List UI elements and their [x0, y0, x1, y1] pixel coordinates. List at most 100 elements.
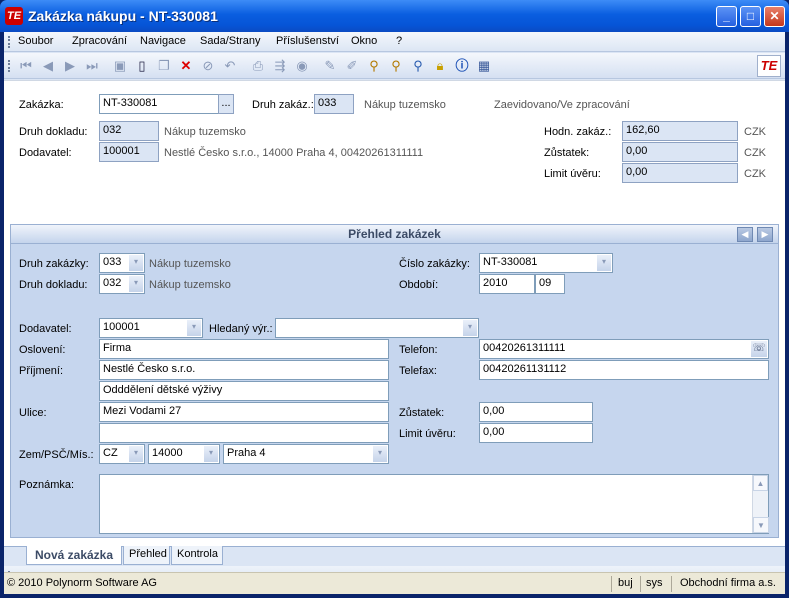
find-user-icon[interactable]: ⚲ [410, 58, 426, 74]
dodavatel-select[interactable]: 100001 ▾ [99, 318, 203, 338]
new-document-icon[interactable]: ▯ [134, 58, 150, 74]
menu-bar: Soubor Zpracování Navigace Sada/Strany P… [4, 32, 785, 52]
druh-zak-label: Druh zakáz.: [252, 99, 314, 111]
telefon-input[interactable]: 00420261311111 ☏ [479, 339, 769, 359]
menu-navigace[interactable]: Navigace [140, 35, 186, 47]
panel-next-icon[interactable]: ▶ [757, 227, 773, 242]
obdobi-month-input[interactable]: 09 [535, 274, 565, 294]
undo-icon[interactable]: ↶ [222, 58, 238, 74]
osloveni-label: Oslovení: [19, 344, 66, 356]
zakazka-input[interactable]: NT-330081 [99, 94, 219, 114]
dropdown-icon[interactable]: ▾ [129, 276, 143, 292]
search-icon[interactable]: ⚲ [388, 58, 404, 74]
prijmeni-input[interactable]: Nestlé Česko s.r.o. [99, 360, 389, 380]
dropdown-icon[interactable]: ▾ [129, 255, 143, 271]
menu-okno[interactable]: Okno [351, 35, 377, 47]
export-icon[interactable]: ⇶ [272, 58, 288, 74]
osloveni-input[interactable]: Firma [99, 339, 389, 359]
info-icon[interactable]: ⓘ [454, 58, 470, 74]
telefax-label: Telefax: [399, 365, 437, 377]
phone-dial-icon[interactable]: ☏ [751, 341, 767, 357]
menu-help[interactable]: ? [396, 35, 402, 47]
misto-select[interactable]: Praha 4 ▾ [223, 444, 389, 464]
title-bar[interactable]: TE Zakázka nákupu - NT-330081 _ □ ✕ [0, 0, 789, 32]
dropdown-icon[interactable]: ▾ [129, 446, 143, 462]
panel-zustatek-label: Zůstatek: [399, 407, 445, 419]
dodavatel-label: Dodavatel: [19, 147, 72, 159]
application-window: TE Zakázka nákupu - NT-330081 _ □ ✕ Soub… [0, 0, 789, 598]
menu-prislusenstvi[interactable]: Příslušenství [276, 35, 339, 47]
ulice-input[interactable]: Mezi Vodami 27 [99, 402, 389, 422]
scroll-down-icon[interactable]: ▼ [753, 517, 769, 533]
poznamka-scrollbar[interactable]: ▲ ▼ [752, 475, 769, 533]
zakazka-lookup-button[interactable]: ... [218, 94, 234, 114]
status-bar: © 2010 Polynorm Software AG buj sys Obch… [4, 572, 785, 594]
scroll-up-icon[interactable]: ▲ [753, 475, 768, 491]
obdobi-year-input[interactable]: 2010 [479, 274, 535, 294]
ulice-input-2[interactable] [99, 423, 389, 443]
hodn-zakazky-label: Hodn. zakáz.: [544, 126, 612, 138]
cancel-icon[interactable]: ⊘ [200, 58, 216, 74]
cislo-zakazky-select[interactable]: NT-330081 ▾ [479, 253, 613, 273]
tab-kontrola[interactable]: Kontrola [171, 546, 223, 565]
druh-dokladu-label: Druh dokladu: [19, 126, 88, 138]
psc-select[interactable]: 14000 ▾ [148, 444, 220, 464]
dropdown-icon[interactable]: ▾ [187, 320, 201, 336]
toolbar-grip[interactable] [8, 60, 11, 72]
delete-icon[interactable]: ✕ [178, 58, 194, 74]
dropdown-icon[interactable]: ▾ [463, 320, 477, 336]
status-user2: sys [646, 577, 663, 589]
dodavatel-desc: Nestlé Česko s.r.o., 14000 Praha 4, 0042… [164, 147, 424, 159]
zustatek-value: 0,00 [622, 142, 738, 162]
minimize-button[interactable]: _ [716, 6, 737, 27]
druh-dokladu-value: 032 [99, 121, 159, 141]
menu-sada-strany[interactable]: Sada/Strany [200, 35, 261, 47]
edit-icon[interactable]: ✎ [322, 58, 338, 74]
last-record-icon[interactable]: ⏭ [84, 58, 100, 74]
poznamka-textarea[interactable] [99, 474, 769, 534]
obdobi-label: Období: [399, 279, 439, 291]
menu-soubor[interactable]: Soubor [18, 35, 53, 47]
first-record-icon[interactable]: ⏮ [18, 58, 34, 74]
zem-psc-misto-label: Zem/PSČ/Mís.: [19, 449, 94, 461]
hledany-vyraz-label: Hledaný výr.: [209, 323, 273, 335]
hledany-vyraz-select[interactable]: ▾ [275, 318, 479, 338]
druh-dokladu-desc: Nákup tuzemsko [164, 126, 246, 138]
tab-strip: Nová zakázka Přehled Kontrola [4, 546, 785, 566]
next-record-icon[interactable]: ▶ [62, 58, 78, 74]
window-title: Zakázka nákupu - NT-330081 [28, 8, 218, 24]
refresh-icon[interactable]: ◉ [294, 58, 310, 74]
lock-icon[interactable]: 🔒︎ [432, 58, 448, 74]
menu-grip[interactable] [8, 36, 11, 48]
druh-dokladu-filter-desc: Nákup tuzemsko [149, 279, 231, 291]
telefon-label: Telefon: [399, 344, 438, 356]
psc-value: 14000 [152, 447, 183, 459]
save-icon[interactable]: ▣ [112, 58, 128, 74]
zustatek-currency: CZK [744, 147, 766, 159]
dropdown-icon[interactable]: ▾ [373, 446, 387, 462]
calendar-icon[interactable]: ▦ [476, 58, 492, 74]
panel-prev-icon[interactable]: ◀ [737, 227, 753, 242]
highlight-icon[interactable]: ✐ [344, 58, 360, 74]
telefax-input[interactable]: 00420261131112 [479, 360, 769, 380]
prev-record-icon[interactable]: ◀ [40, 58, 56, 74]
close-button[interactable]: ✕ [764, 6, 785, 27]
hodn-zakazky-value: 162,60 [622, 121, 738, 141]
copy-icon[interactable]: ❐ [156, 58, 172, 74]
filter-icon[interactable]: ⚲ [366, 58, 382, 74]
dropdown-icon[interactable]: ▾ [204, 446, 218, 462]
zem-select[interactable]: CZ ▾ [99, 444, 145, 464]
tab-nova-zakazka[interactable]: Nová zakázka [26, 546, 122, 565]
prijmeni-input-2[interactable]: Odddělení dětské výživy [99, 381, 389, 401]
druh-dokladu-select[interactable]: 032 ▾ [99, 274, 145, 294]
panel-zustatek-value: 0,00 [479, 402, 593, 422]
druh-zakazky-select[interactable]: 033 ▾ [99, 253, 145, 273]
dropdown-icon[interactable]: ▾ [597, 255, 611, 271]
tab-prehled[interactable]: Přehled [123, 546, 170, 565]
panel-limit-value: 0,00 [479, 423, 593, 443]
print-icon[interactable]: ⎙ [250, 58, 266, 74]
app-logo-button[interactable]: TE [757, 55, 781, 77]
maximize-button[interactable]: □ [740, 6, 761, 27]
menu-zpracovani[interactable]: Zpracování [72, 35, 127, 47]
druh-zakazky-desc: Nákup tuzemsko [149, 258, 231, 270]
